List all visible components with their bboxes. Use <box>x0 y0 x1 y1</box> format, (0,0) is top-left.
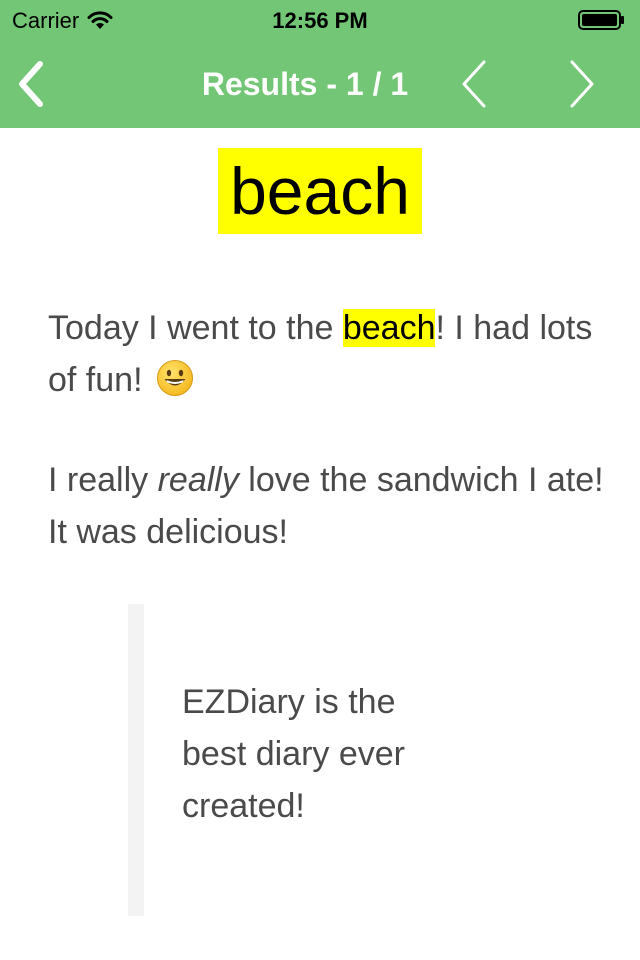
screen: Carrier 12:56 PM Results - 1 / 1 beach T… <box>0 0 640 960</box>
grinning-face-emoji <box>156 359 194 397</box>
battery-icon <box>578 10 626 30</box>
next-result-button[interactable] <box>560 56 604 112</box>
search-term-highlight: beach <box>218 148 422 234</box>
chevron-left-thin-icon <box>462 60 486 108</box>
blockquote-text: EZDiary is the best diary ever created! <box>182 683 405 825</box>
status-time: 12:56 PM <box>272 8 368 33</box>
status-bar: Carrier 12:56 PM <box>0 0 640 40</box>
paragraph-text: Today I went to the <box>48 309 343 347</box>
chevron-right-thin-icon <box>570 60 594 108</box>
entry-paragraph: Today I went to the beach! I had lots of… <box>48 302 608 406</box>
paragraph-text: I really <box>48 461 158 499</box>
previous-result-button[interactable] <box>452 56 496 112</box>
entry-paragraph: I really really love the sandwich I ate!… <box>48 454 608 558</box>
blockquote-bar <box>128 604 144 916</box>
entry-content: beach Today I went to the beach! I had l… <box>0 128 640 960</box>
search-match-highlight: beach <box>342 309 436 347</box>
back-button[interactable] <box>10 58 54 110</box>
header: Carrier 12:56 PM Results - 1 / 1 <box>0 0 640 128</box>
chevron-left-icon <box>19 61 43 107</box>
blockquote: EZDiary is the best diary ever created! <box>128 604 588 916</box>
page-title: Results - 1 / 1 <box>201 66 409 102</box>
emphasized-text: really <box>157 461 239 499</box>
navigation-bar: Results - 1 / 1 <box>0 40 640 128</box>
